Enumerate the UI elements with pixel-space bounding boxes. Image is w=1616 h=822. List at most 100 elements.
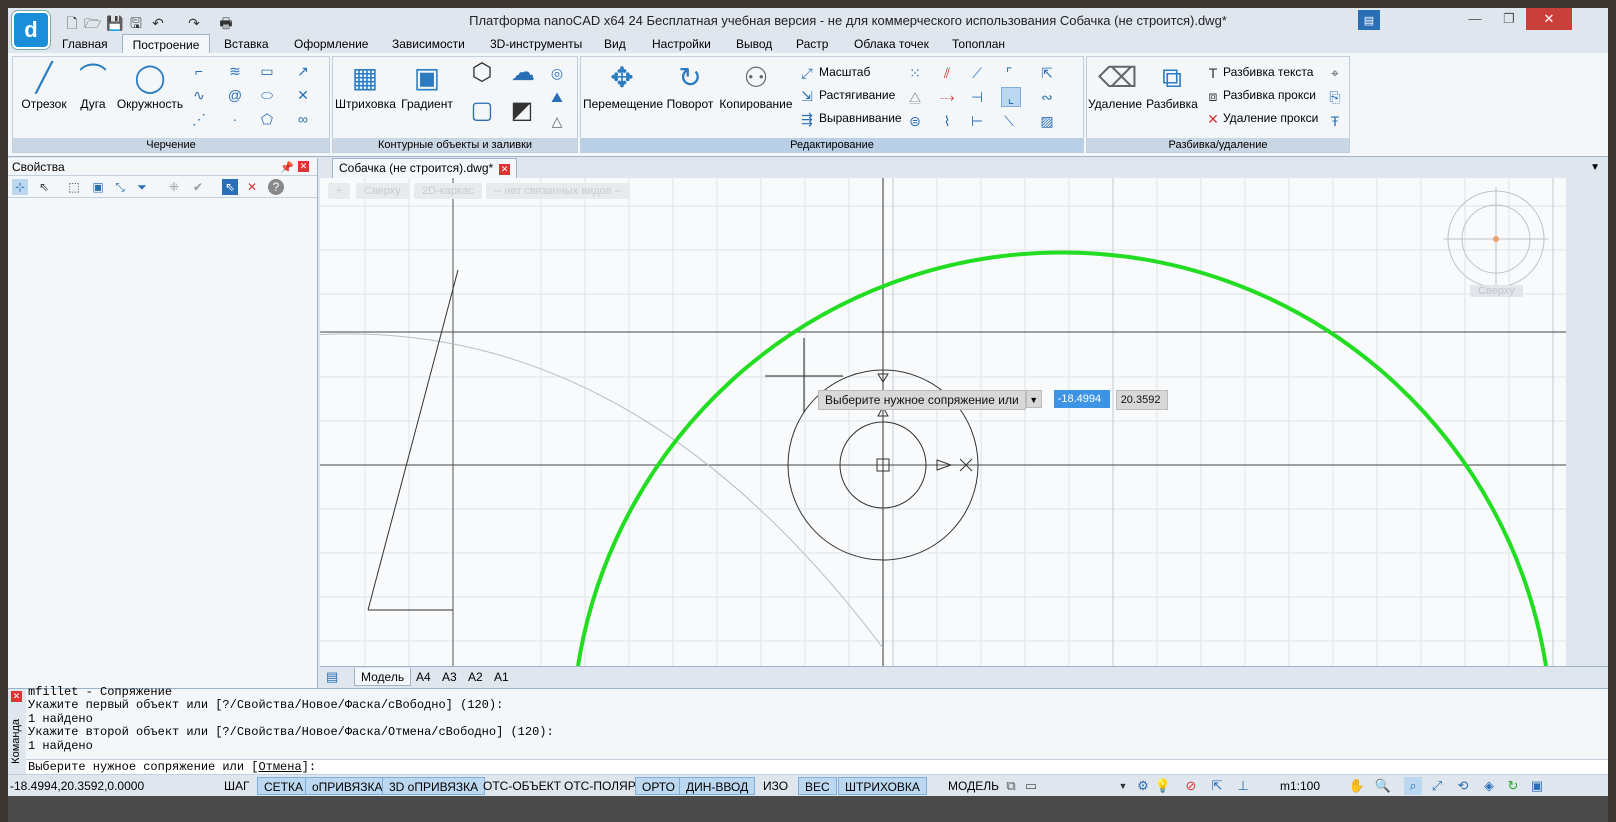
gradient-button[interactable]: ▣ Градиент (399, 61, 455, 111)
close-document-icon[interactable]: ✕ (499, 164, 511, 175)
toggle-dyn-input[interactable]: ДИН-ВВОД (679, 777, 756, 795)
viewport-style-button[interactable]: 2D-каркас (414, 183, 482, 199)
donut-icon[interactable]: ◎ (547, 63, 567, 83)
scale-button[interactable]: Масштаб (819, 65, 870, 79)
close-properties-icon[interactable]: ✕ (298, 161, 309, 172)
save-as-icon[interactable]: 🖫 (128, 15, 144, 31)
viewport-view-button[interactable]: Сверху (356, 183, 409, 199)
tab-build[interactable]: Построение (122, 34, 210, 54)
fillet-icon[interactable]: ⌞ (1001, 87, 1021, 107)
pickadd-icon[interactable]: ⇖ (222, 179, 238, 195)
revcloud-icon[interactable]: ∞ (293, 109, 313, 129)
tab-3d-tools[interactable]: 3D-инструменты (486, 34, 586, 54)
no-snap-icon[interactable]: ⊘ (1182, 777, 1200, 795)
ray-icon[interactable]: ↗ (293, 61, 313, 81)
spline-icon[interactable]: ∿ (189, 85, 209, 105)
erase-button[interactable]: ⌫ Удаление (1087, 61, 1143, 111)
text-explode-button[interactable]: Разбивка текста (1223, 65, 1313, 79)
toggle-lineweight[interactable]: ВЕС (798, 777, 837, 795)
isolate-icon[interactable]: ⚙ (1134, 777, 1152, 795)
layout-tab-model[interactable]: Модель (354, 668, 412, 686)
open-file-icon[interactable]: 🗁 (84, 15, 101, 31)
hatch-button[interactable]: ▦ Штриховка (335, 61, 396, 111)
filter-icon[interactable]: ⏷ (134, 179, 150, 195)
break-icon[interactable]: ⌇ (937, 111, 957, 131)
attribute-icon[interactable]: ⎘ (1325, 87, 1345, 107)
viewport-icon[interactable]: ⧉ (1002, 777, 1020, 795)
dynamic-input-x[interactable]: -18.4994 (1053, 390, 1110, 408)
workspace-dropdown-icon[interactable]: ▼ (1114, 777, 1132, 795)
proxy-explode-button[interactable]: Разбивка прокси (1223, 88, 1316, 102)
point-icon[interactable]: ⋰ (189, 109, 209, 129)
tab-insert[interactable]: Вставка (220, 34, 273, 54)
select-similar-icon[interactable]: ⁜ (166, 179, 182, 195)
pin-icon[interactable]: 📌 (280, 159, 294, 177)
zoom-extents-icon[interactable]: ⤢ (1428, 777, 1446, 795)
tab-raster[interactable]: Растр (792, 34, 832, 54)
fullscreen-icon[interactable]: ▣ (1528, 777, 1546, 795)
ellipse-icon[interactable]: ⬭ (257, 85, 277, 105)
toggle-hatch[interactable]: ШТРИХОВКА (838, 777, 927, 795)
rotate-button[interactable]: ↻ Поворот (665, 61, 715, 111)
lightbulb-icon[interactable]: 💡 (1154, 777, 1172, 795)
deselect-icon[interactable]: ✕ (244, 179, 260, 195)
layout-tab-a1[interactable]: A1 (488, 668, 515, 686)
layers-icon[interactable]: ≋ (225, 61, 245, 81)
line-button[interactable]: ╱ Отрезок (17, 61, 71, 111)
polygon-icon[interactable]: ⬠ (257, 109, 277, 129)
select-window-icon[interactable]: ⬚ (66, 179, 82, 195)
close-window-icon[interactable]: ✕ (1526, 8, 1572, 30)
cloud-icon[interactable]: ☁ (505, 61, 541, 93)
spiral-icon[interactable]: @ (225, 85, 245, 105)
extend-icon[interactable]: ⤏ (937, 87, 957, 107)
purge-icon[interactable]: ⌖ (1325, 63, 1345, 83)
tab-home[interactable]: Главная (58, 34, 112, 54)
undo-icon[interactable]: ↶ (150, 15, 166, 31)
ribbon-toggle-icon[interactable]: ▤ (1358, 10, 1380, 30)
lengthen-icon[interactable]: ⊣ (967, 87, 987, 107)
tab-constraints[interactable]: Зависимости (388, 34, 469, 54)
command-option-cancel[interactable]: Отмена (258, 760, 301, 774)
cursor-mode-icon[interactable]: ⇱ (1208, 777, 1226, 795)
polyline-icon[interactable]: ⌐ (189, 61, 209, 81)
drawing-canvas[interactable]: + Сверху 2D-каркас -- нет связанных видо… (320, 178, 1566, 666)
blend-icon[interactable]: ⟍ (999, 111, 1019, 131)
zoom-window-icon[interactable]: ⌕ (1404, 777, 1422, 795)
toggle-grid[interactable]: СЕТКА (257, 777, 310, 795)
invert-selection-icon[interactable]: ⤡ (112, 179, 128, 195)
proxy-delete-button[interactable]: Удаление прокси (1223, 111, 1318, 125)
rectangle-icon[interactable]: ▭ (257, 61, 277, 81)
toggle-osnap[interactable]: оПРИВЯЗКА (305, 777, 390, 795)
tab-topoplan[interactable]: Топоплан (948, 34, 1009, 54)
toggle-3d-osnap[interactable]: 3D оПРИВЯЗКА (382, 777, 486, 795)
layout-tab-a3[interactable]: A3 (436, 668, 463, 686)
save-icon[interactable]: 💾 (106, 15, 123, 31)
steering-wheel-icon[interactable]: ◈ (1480, 777, 1498, 795)
command-input[interactable]: Выберите нужное сопряжение или [Отмена]: (26, 759, 1608, 775)
circle-button[interactable]: ◯ Окружность (115, 61, 185, 111)
document-tab[interactable]: Собачка (не строится).dwg* ✕ (332, 158, 518, 178)
toggle-polar[interactable]: ОТС-ПОЛЯР (558, 777, 642, 795)
minimize-icon[interactable]: — (1458, 8, 1492, 30)
align-button[interactable]: Выравнивание (819, 111, 902, 125)
annotation-scale[interactable]: m1:100 (1274, 777, 1326, 795)
move-button[interactable]: ✥ Перемещение (583, 61, 663, 111)
help-icon[interactable]: ? (268, 179, 284, 195)
close-command-icon[interactable]: ✕ (11, 691, 22, 702)
region-icon[interactable]: ⬡ (467, 61, 497, 93)
quick-select-icon[interactable]: ⊹ (12, 179, 28, 195)
copy-button[interactable]: ⚇ Копирование (719, 61, 793, 111)
solid-icon[interactable]: △ (547, 111, 567, 131)
toggle-ortho[interactable]: ОРТО (635, 777, 682, 795)
toggle-otrack[interactable]: ОТС-ОБЪЕКТ (477, 777, 567, 795)
wipeout-icon[interactable]: ◩ (505, 99, 539, 131)
xline-icon[interactable]: ✕ (293, 85, 313, 105)
print-icon[interactable]: 🖶 (218, 15, 234, 31)
offset-icon[interactable]: ⊜ (905, 111, 925, 131)
trim-icon[interactable]: ⫽ (937, 63, 957, 83)
tabs-dropdown-icon[interactable]: ▼ (1590, 162, 1600, 173)
edit-hatch-icon[interactable]: ▨ (1037, 111, 1057, 131)
maximize-icon[interactable]: ❐ (1492, 8, 1526, 30)
pan-icon[interactable]: ✋ (1348, 777, 1366, 795)
viewport-linked-views-button[interactable]: -- нет связанных видов -- (486, 183, 631, 199)
